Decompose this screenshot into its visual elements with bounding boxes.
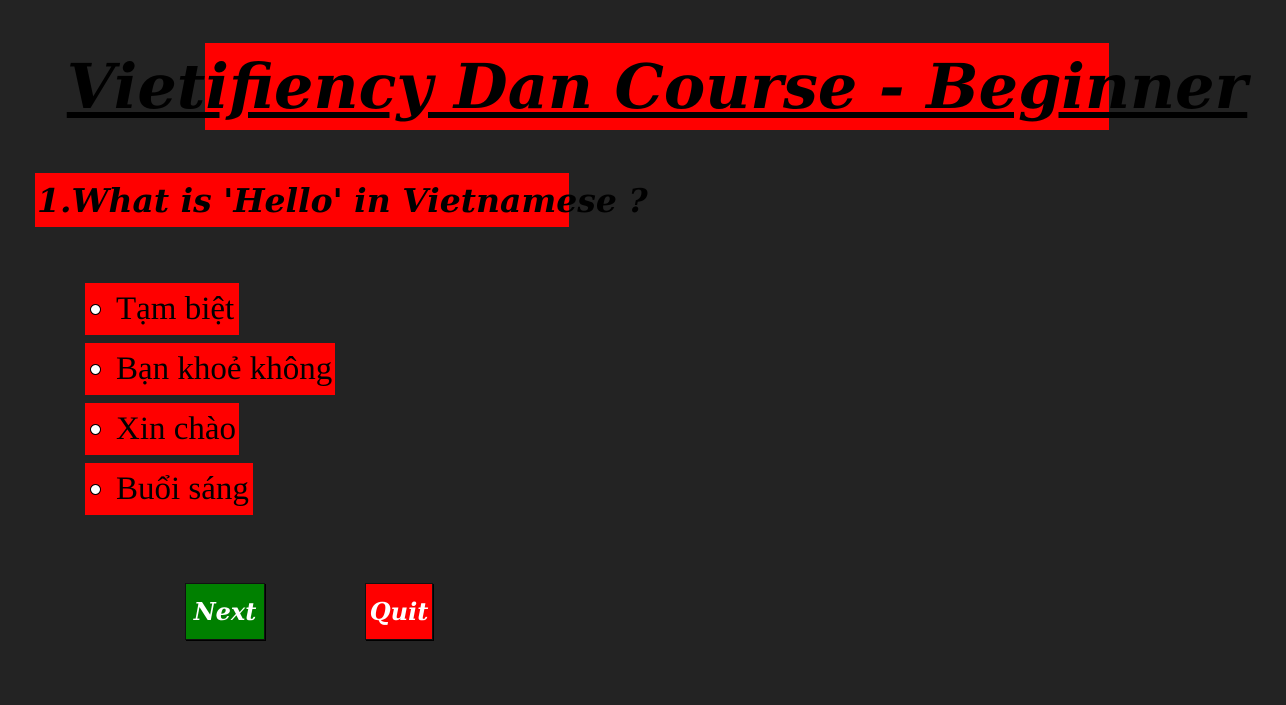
answer-option-label: Bạn khoẻ không	[116, 350, 333, 387]
page-title: Vietifiency Dan Course - Beginner	[67, 43, 1247, 130]
answer-option-2[interactable]: Bạn khoẻ không	[85, 343, 335, 395]
answer-option-3[interactable]: Xin chào	[85, 403, 239, 455]
answer-option-label: Xin chào	[116, 410, 237, 447]
question-text: 1.What is 'Hello' in Vietnamese ?	[35, 173, 648, 227]
radio-button-2[interactable]	[90, 363, 101, 375]
answer-option-4[interactable]: Buổi sáng	[85, 463, 253, 515]
quit-button[interactable]: Quit	[365, 583, 433, 640]
next-button[interactable]: Next	[185, 583, 265, 640]
radio-button-3[interactable]	[90, 423, 101, 435]
answer-option-1[interactable]: Tạm biệt	[85, 283, 239, 335]
radio-button-4[interactable]	[90, 483, 101, 495]
answer-option-label: Buổi sáng	[116, 470, 249, 507]
answer-option-label: Tạm biệt	[116, 290, 235, 327]
radio-button-1[interactable]	[90, 303, 101, 315]
